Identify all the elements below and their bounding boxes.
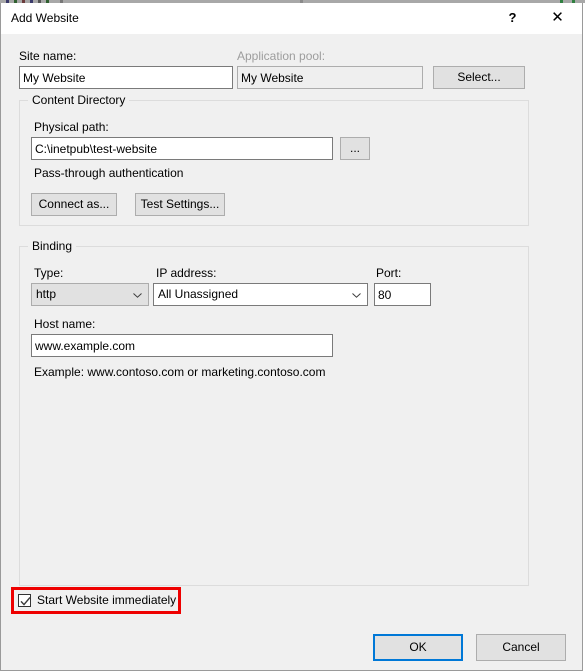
pass-through-authentication-label: Pass-through authentication	[34, 166, 184, 180]
start-website-immediately-checkbox[interactable]	[18, 593, 31, 607]
browse-physical-path-button[interactable]: ...	[340, 137, 370, 160]
select-app-pool-button[interactable]: Select...	[433, 66, 525, 89]
application-pool-input[interactable]	[237, 66, 423, 89]
connect-as-button[interactable]: Connect as...	[31, 193, 117, 216]
chevron-down-icon	[133, 292, 142, 298]
binding-group-title: Binding	[28, 239, 77, 253]
port-input[interactable]	[374, 283, 431, 306]
host-name-example-text: Example: www.contoso.com or marketing.co…	[34, 365, 326, 379]
physical-path-input[interactable]	[31, 137, 333, 160]
port-label: Port:	[376, 266, 402, 280]
binding-type-label: Type:	[34, 266, 64, 280]
close-button[interactable]: ✕	[535, 3, 580, 33]
start-website-immediately-checkbox-row[interactable]: Start Website immediately	[18, 593, 176, 607]
window-title: Add Website	[11, 11, 79, 25]
content-directory-group-title: Content Directory	[28, 93, 130, 107]
checkmark-icon	[20, 596, 31, 606]
host-name-input[interactable]	[31, 334, 333, 357]
add-website-dialog: Add Website ? ✕ Site name: Application p…	[0, 3, 583, 671]
host-name-label: Host name:	[34, 317, 96, 331]
physical-path-label: Physical path:	[34, 120, 109, 134]
application-pool-label: Application pool:	[237, 49, 326, 63]
ip-address-label: IP address:	[156, 266, 217, 280]
test-settings-button[interactable]: Test Settings...	[135, 193, 225, 216]
ip-address-dropdown[interactable]: All Unassigned	[153, 283, 368, 306]
binding-type-dropdown[interactable]: http	[31, 283, 149, 306]
site-name-input[interactable]	[19, 66, 233, 89]
start-website-immediately-label: Start Website immediately	[37, 593, 177, 607]
help-button[interactable]: ?	[490, 3, 535, 33]
chevron-down-icon	[352, 292, 361, 298]
cancel-button[interactable]: Cancel	[476, 634, 566, 661]
title-bar: Add Website ? ✕	[1, 3, 582, 35]
site-name-label: Site name:	[19, 49, 77, 63]
ok-button[interactable]: OK	[373, 634, 463, 661]
binding-type-value: http	[36, 287, 57, 301]
ip-address-value: All Unassigned	[158, 287, 239, 301]
